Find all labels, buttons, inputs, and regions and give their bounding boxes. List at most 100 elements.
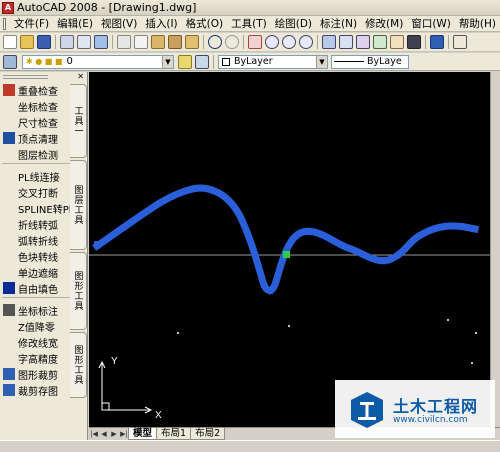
window-title: AutoCAD 2008 - [Drawing1.dwg] xyxy=(17,1,197,14)
tool-label: 单边遮缩 xyxy=(18,268,58,280)
markup-icon[interactable] xyxy=(390,35,404,49)
redo-icon[interactable] xyxy=(225,35,239,49)
selection-grip[interactable] xyxy=(283,251,290,258)
paste-icon[interactable] xyxy=(151,35,165,49)
tool-label: 图层检测 xyxy=(18,150,58,162)
color-dropdown[interactable]: ByLayer ▼ xyxy=(218,54,328,69)
zoom-window-icon[interactable] xyxy=(282,35,296,49)
scattered-points xyxy=(177,319,477,364)
tool-label: SPLINE转PL xyxy=(18,204,75,216)
make-object-layer-current-icon[interactable] xyxy=(178,54,192,69)
tool-label: 图形裁剪 xyxy=(18,370,58,382)
ucs-y-label: Y xyxy=(111,356,118,367)
shape-clip-icon xyxy=(3,368,15,380)
tool-palettes-icon[interactable] xyxy=(356,35,370,49)
tool-label: Z值降零 xyxy=(18,322,55,334)
autocad-logo-icon: A xyxy=(2,1,14,14)
toolbar-separator xyxy=(112,35,113,49)
tool-label: 弧转折线 xyxy=(18,236,58,248)
tab-layout1[interactable]: 布局1 xyxy=(156,428,192,440)
match-properties-icon[interactable] xyxy=(168,35,182,49)
linetype-dropdown[interactable]: ByLaye xyxy=(331,54,409,69)
first-tab-icon[interactable]: |◀ xyxy=(89,428,99,440)
ucs-icon xyxy=(98,360,153,414)
copy-icon[interactable] xyxy=(134,35,148,49)
layer-previous-icon[interactable] xyxy=(195,54,209,69)
tool-panel-tabs: 工具一 图层工具 图形工具 图形工具 xyxy=(70,84,87,398)
tab-model[interactable]: 模型 xyxy=(128,428,158,440)
block-editor-icon[interactable] xyxy=(185,35,199,49)
tab-tools-one[interactable]: 工具一 xyxy=(70,84,87,158)
menu-view[interactable]: 视图(V) xyxy=(97,16,141,31)
drawing-area[interactable]: Y X xyxy=(89,72,500,427)
document-menu-icon[interactable] xyxy=(3,17,6,30)
cut-icon[interactable] xyxy=(117,35,131,49)
properties-icon[interactable] xyxy=(322,35,336,49)
tool-label: 顶点清理 xyxy=(18,134,58,146)
print-icon[interactable] xyxy=(60,35,74,49)
tool-label: 修改线宽 xyxy=(18,338,58,350)
design-center-icon[interactable] xyxy=(339,35,353,49)
toolbar-separator xyxy=(448,35,449,49)
spline-curve[interactable] xyxy=(92,184,480,294)
toolbar-separator xyxy=(243,35,244,49)
undo-icon[interactable] xyxy=(208,35,222,49)
menu-file[interactable]: 文件(F) xyxy=(10,16,53,31)
menu-bar: 文件(F) 编辑(E) 视图(V) 插入(I) 格式(O) 工具(T) 绘图(D… xyxy=(0,16,500,32)
menu-window[interactable]: 窗口(W) xyxy=(407,16,455,31)
tool-label: 裁剪存图 xyxy=(18,386,58,398)
tab-layout2[interactable]: 布局2 xyxy=(190,428,226,440)
help-icon[interactable] xyxy=(430,35,444,49)
status-bar xyxy=(0,440,500,452)
tool-label: 尺寸检查 xyxy=(18,118,58,130)
publish-icon[interactable] xyxy=(94,35,108,49)
zoom-realtime-icon[interactable] xyxy=(265,35,279,49)
menu-draw[interactable]: 绘图(D) xyxy=(271,16,316,31)
menu-help[interactable]: 帮助(H) xyxy=(455,16,500,31)
sheet-set-icon[interactable] xyxy=(373,35,387,49)
tab-layer-tools[interactable]: 图层工具 xyxy=(70,160,87,250)
menu-tools[interactable]: 工具(T) xyxy=(227,16,271,31)
vertical-scrollbar[interactable] xyxy=(490,72,500,427)
layer-manager-icon[interactable] xyxy=(3,54,17,69)
open-folder-icon[interactable] xyxy=(20,35,34,49)
toolbar-separator xyxy=(213,54,214,69)
plot-preview-icon[interactable] xyxy=(77,35,91,49)
drawing-canvas[interactable]: Y X xyxy=(89,72,500,427)
chevron-down-icon[interactable]: ▼ xyxy=(162,55,173,68)
coord-mark-icon xyxy=(3,304,15,316)
prev-tab-icon[interactable]: ◀ xyxy=(99,428,109,440)
panel-drag-handle[interactable] xyxy=(3,75,48,79)
chevron-down-icon[interactable]: ▼ xyxy=(316,55,327,68)
zoom-previous-icon[interactable] xyxy=(299,35,313,49)
menu-edit[interactable]: 编辑(E) xyxy=(53,16,97,31)
menu-format[interactable]: 格式(O) xyxy=(182,16,227,31)
tab-shape-tools-2[interactable]: 图形工具 xyxy=(70,332,87,398)
dimension-style-icon[interactable] xyxy=(453,35,467,49)
endpoint-grip[interactable] xyxy=(94,241,101,248)
tool-label: 字高精度 xyxy=(18,354,58,366)
layer-state-icons: ✱ ● ■ ■ xyxy=(26,57,63,66)
watermark-title: 土木工程网 xyxy=(393,397,479,416)
next-tab-icon[interactable]: ▶ xyxy=(109,428,119,440)
tool-label: PL线连接 xyxy=(18,172,60,184)
current-layer-name: 0 xyxy=(66,56,73,67)
tab-label: 图形工具 xyxy=(72,345,83,385)
menu-dimension[interactable]: 标注(N) xyxy=(316,16,361,31)
linetype-preview xyxy=(334,61,364,62)
toolbar-separator xyxy=(203,35,204,49)
toolbar-separator xyxy=(425,35,426,49)
save-icon[interactable] xyxy=(37,35,51,49)
tab-shape-tools[interactable]: 图形工具 xyxy=(70,252,87,330)
menu-modify[interactable]: 修改(M) xyxy=(361,16,407,31)
pan-icon[interactable] xyxy=(248,35,262,49)
menu-insert[interactable]: 插入(I) xyxy=(141,16,181,31)
watermark-logo-icon xyxy=(351,392,383,428)
clip-save-icon xyxy=(3,384,15,396)
title-bar: A AutoCAD 2008 - [Drawing1.dwg] xyxy=(0,0,500,16)
new-file-icon[interactable] xyxy=(3,35,17,49)
overlap-check-icon xyxy=(3,84,15,96)
close-icon[interactable]: ✕ xyxy=(77,73,84,81)
calculator-icon[interactable] xyxy=(407,35,421,49)
layer-dropdown[interactable]: ✱ ● ■ ■ 0 ▼ xyxy=(22,54,174,69)
